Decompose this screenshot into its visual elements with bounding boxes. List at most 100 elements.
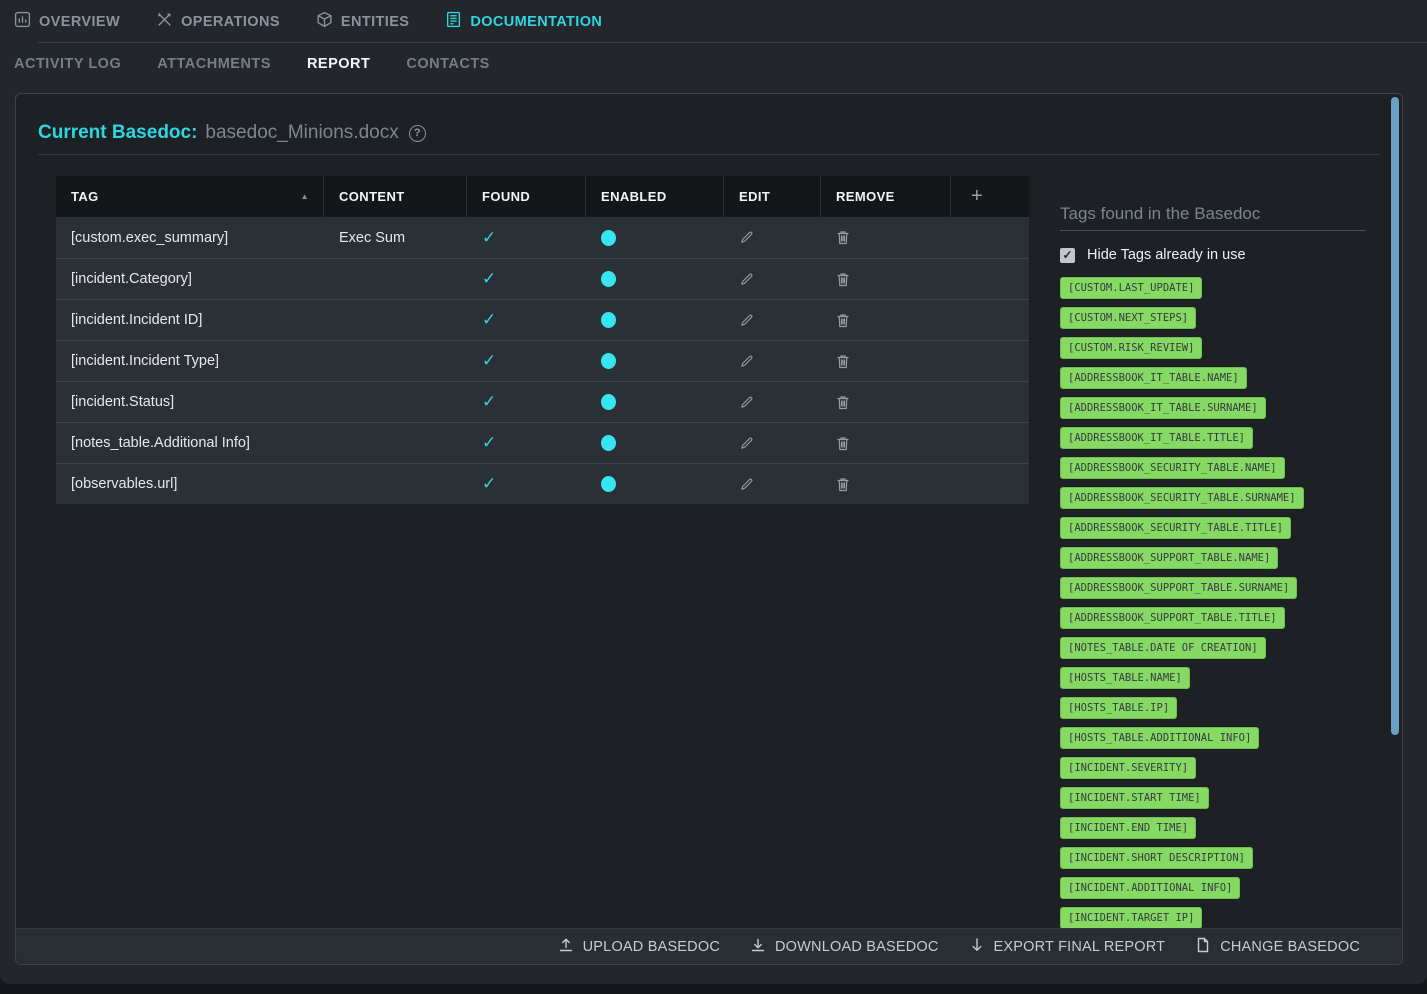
tab-documentation[interactable]: DOCUMENTATION <box>445 11 602 32</box>
column-header-remove[interactable]: REMOVE <box>821 176 951 217</box>
enabled-toggle[interactable] <box>601 476 616 492</box>
basedoc-tag-pill[interactable]: [HOSTS_TABLE.IP] <box>1060 697 1177 719</box>
edit-pencil-icon[interactable] <box>739 313 754 328</box>
basedoc-tag-pill[interactable]: [ADDRESSBOOK_IT_TABLE.SURNAME] <box>1060 397 1266 419</box>
table-row[interactable]: [incident.Status] ✓ <box>56 381 1029 422</box>
cell-edit <box>724 259 821 299</box>
help-icon[interactable]: ? <box>409 125 426 142</box>
cell-tag: [observables.url] <box>56 464 324 504</box>
basedoc-tag-pill[interactable]: [ADDRESSBOOK_IT_TABLE.TITLE] <box>1060 427 1253 449</box>
table-row[interactable]: [incident.Incident Type] ✓ <box>56 340 1029 381</box>
subtab-attachments[interactable]: ATTACHMENTS <box>157 56 271 72</box>
cell-found: ✓ <box>467 300 586 340</box>
found-check-icon: ✓ <box>482 433 496 453</box>
column-header-content[interactable]: CONTENT <box>324 176 467 217</box>
cell-enabled <box>586 341 724 381</box>
cell-remove <box>821 259 951 299</box>
column-header-edit[interactable]: EDIT <box>724 176 821 217</box>
table-row[interactable]: [notes_table.Additional Info] ✓ <box>56 422 1029 463</box>
found-check-icon: ✓ <box>482 269 496 289</box>
table-header: TAG ▲ CONTENT FOUND ENABLED EDIT REMOVE … <box>56 176 1029 217</box>
basedoc-tag-pill[interactable]: [INCIDENT.SEVERITY] <box>1060 757 1196 779</box>
basedoc-tag-pill[interactable]: [HOSTS_TABLE.NAME] <box>1060 667 1190 689</box>
basedoc-tag-pill[interactable]: [ADDRESSBOOK_IT_TABLE.NAME] <box>1060 367 1247 389</box>
enabled-toggle[interactable] <box>601 271 616 287</box>
top-navigation: OVERVIEW OPERATIONS ENTITIES <box>0 0 1427 43</box>
enabled-toggle[interactable] <box>601 312 616 328</box>
enabled-toggle[interactable] <box>601 353 616 369</box>
tab-operations-label: OPERATIONS <box>181 14 280 30</box>
cell-found: ✓ <box>467 382 586 422</box>
basedoc-tag-pill[interactable]: [INCIDENT.SHORT DESCRIPTION] <box>1060 847 1253 869</box>
column-header-found[interactable]: FOUND <box>467 176 586 217</box>
edit-pencil-icon[interactable] <box>739 395 754 410</box>
basedoc-tag-pill[interactable]: [INCIDENT.END TIME] <box>1060 817 1196 839</box>
tag-table: TAG ▲ CONTENT FOUND ENABLED EDIT REMOVE … <box>56 176 1029 504</box>
found-check-icon: ✓ <box>482 351 496 371</box>
basedoc-tag-pill[interactable]: [ADDRESSBOOK_SECURITY_TABLE.TITLE] <box>1060 517 1291 539</box>
subtab-report[interactable]: REPORT <box>307 56 370 72</box>
basedoc-tag-pill[interactable]: [ADDRESSBOOK_SECURITY_TABLE.NAME] <box>1060 457 1285 479</box>
tab-overview[interactable]: OVERVIEW <box>14 11 120 32</box>
found-check-icon: ✓ <box>482 474 496 494</box>
delete-trash-icon[interactable] <box>836 477 850 492</box>
cell-tag: [incident.Category] <box>56 259 324 299</box>
sort-asc-icon[interactable]: ▲ <box>301 192 309 201</box>
basedoc-tag-pill[interactable]: [ADDRESSBOOK_SUPPORT_TABLE.TITLE] <box>1060 607 1285 629</box>
sidebar-title: Tags found in the Basedoc <box>1060 204 1366 231</box>
enabled-toggle[interactable] <box>601 435 616 451</box>
page-title: Current Basedoc: <box>38 122 197 144</box>
table-row[interactable]: [incident.Category] ✓ <box>56 258 1029 299</box>
delete-trash-icon[interactable] <box>836 436 850 451</box>
basedoc-tag-pill[interactable]: [INCIDENT.TARGET IP] <box>1060 907 1202 929</box>
add-tag-button[interactable]: + <box>951 176 1029 217</box>
basedoc-tag-pill[interactable]: [CUSTOM.LAST_UPDATE] <box>1060 277 1202 299</box>
table-row[interactable]: [incident.Incident ID] ✓ <box>56 299 1029 340</box>
hide-tags-checkbox[interactable]: ✓ <box>1060 248 1075 263</box>
cell-found: ✓ <box>467 217 586 258</box>
edit-pencil-icon[interactable] <box>739 272 754 287</box>
cell-enabled <box>586 464 724 504</box>
edit-pencil-icon[interactable] <box>739 354 754 369</box>
basedoc-tag-pill[interactable]: [INCIDENT.ADDITIONAL INFO] <box>1060 877 1240 899</box>
basedoc-tag-pill[interactable]: [ADDRESSBOOK_SUPPORT_TABLE.NAME] <box>1060 547 1278 569</box>
cell-content <box>324 300 467 340</box>
basedoc-tag-pill[interactable]: [ADDRESSBOOK_SECURITY_TABLE.SURNAME] <box>1060 487 1304 509</box>
column-header-tag[interactable]: TAG ▲ <box>56 176 324 217</box>
cell-tag: [incident.Status] <box>56 382 324 422</box>
tab-operations[interactable]: OPERATIONS <box>156 11 280 32</box>
change-basedoc-button[interactable]: CHANGE BASEDOC <box>1195 937 1360 957</box>
cell-remove <box>821 423 951 463</box>
table-row[interactable]: [observables.url] ✓ <box>56 463 1029 504</box>
edit-pencil-icon[interactable] <box>739 436 754 451</box>
subtab-contacts[interactable]: CONTACTS <box>406 56 489 72</box>
basedoc-tag-pill[interactable]: [INCIDENT.START TIME] <box>1060 787 1209 809</box>
delete-trash-icon[interactable] <box>836 313 850 328</box>
basedoc-tag-pill[interactable]: [CUSTOM.NEXT_STEPS] <box>1060 307 1196 329</box>
delete-trash-icon[interactable] <box>836 395 850 410</box>
table-row[interactable]: [custom.exec_summary] Exec Sum ✓ <box>56 217 1029 258</box>
basedoc-tag-pill[interactable]: [HOSTS_TABLE.ADDITIONAL INFO] <box>1060 727 1259 749</box>
card-header: Current Basedoc: basedoc_Minions.docx ? <box>16 94 1402 155</box>
found-check-icon: ✓ <box>482 228 496 248</box>
edit-pencil-icon[interactable] <box>739 477 754 492</box>
cell-edit <box>724 341 821 381</box>
basedoc-tag-pill[interactable]: [NOTES_TABLE.DATE OF CREATION] <box>1060 637 1266 659</box>
enabled-toggle[interactable] <box>601 394 616 410</box>
tab-entities[interactable]: ENTITIES <box>316 11 409 32</box>
edit-pencil-icon[interactable] <box>739 230 754 245</box>
basedoc-tag-pill[interactable]: [ADDRESSBOOK_SUPPORT_TABLE.SURNAME] <box>1060 577 1297 599</box>
delete-trash-icon[interactable] <box>836 354 850 369</box>
download-basedoc-button[interactable]: DOWNLOAD BASEDOC <box>750 937 939 957</box>
subtab-activity-log[interactable]: ACTIVITY LOG <box>14 56 121 72</box>
basedoc-tag-pill[interactable]: [CUSTOM.RISK_REVIEW] <box>1060 337 1202 359</box>
enabled-toggle[interactable] <box>601 230 616 246</box>
cell-found: ✓ <box>467 423 586 463</box>
delete-trash-icon[interactable] <box>836 230 850 245</box>
export-final-report-button[interactable]: EXPORT FINAL REPORT <box>969 937 1166 957</box>
vertical-scrollbar[interactable] <box>1391 97 1399 735</box>
upload-basedoc-button[interactable]: UPLOAD BASEDOC <box>558 937 720 957</box>
column-header-enabled[interactable]: ENABLED <box>586 176 724 217</box>
cube-icon <box>316 11 333 32</box>
delete-trash-icon[interactable] <box>836 272 850 287</box>
